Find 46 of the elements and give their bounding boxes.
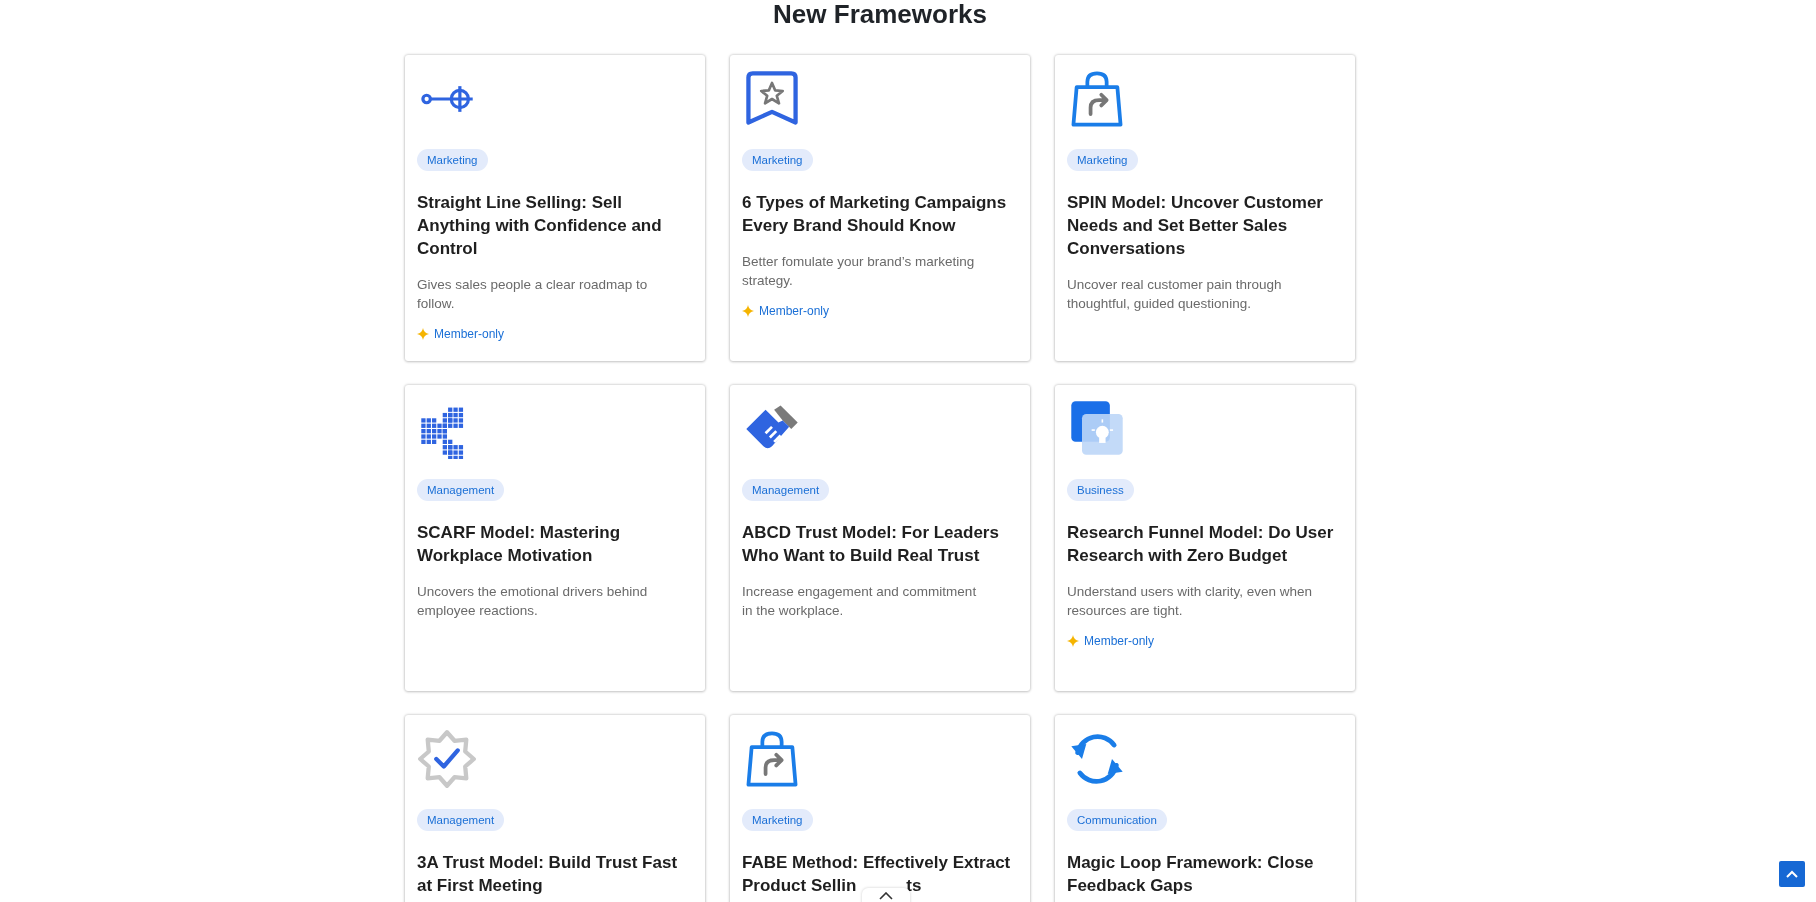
framework-card[interactable]: Marketing FABE Method: Effectively Extract Product Sellin ts	[730, 715, 1030, 902]
card-title: SCARF Model: Mastering Workplace Motivation	[417, 522, 622, 567]
framework-card[interactable]: Marketing 6 Types of Marketing Campaigns Every Brand Should Know Better fomulate your brand’s marketing strategy. Member-only	[730, 55, 1030, 361]
category-tag: Communication	[1067, 809, 1167, 831]
card-title: Research Funnel Model: Do User Research with Zero Budget	[1067, 522, 1335, 567]
sparkle-icon	[417, 328, 429, 340]
category-tag: Management	[417, 809, 505, 831]
category-tag: Marketing	[742, 149, 813, 171]
member-only-label: Member-only	[1084, 634, 1155, 648]
scroll-to-top-button[interactable]	[1779, 861, 1805, 887]
category-tag: Management	[417, 479, 505, 501]
card-description: Better fomulate your brand’s marketing strategy.	[742, 253, 976, 290]
category-tag: Marketing	[417, 149, 488, 171]
card-description: Uncovers the emotional drivers behind employee reactions.	[417, 583, 649, 620]
card-title: ts	[906, 875, 922, 897]
framework-card[interactable]: Management 3A Trust Model: Build Trust Fast at First Meeting	[405, 715, 705, 902]
card-description: Uncover real customer pain through thoughtful, guided questioning.	[1067, 276, 1283, 313]
member-only-label: Member-only	[759, 304, 830, 318]
card-title: SPIN Model: Uncover Customer Needs and Set Better Sales Conversations	[1067, 192, 1324, 260]
sparkle-icon	[742, 305, 754, 317]
card-description: Understand users with clarity, even when resources are tight.	[1067, 583, 1313, 620]
card-title: Magic Loop Framework: Close Feedback Gaps	[1067, 852, 1315, 897]
check-badge-icon	[417, 729, 477, 789]
card-title: ABCD Trust Model: For Leaders Who Want to Build Real Trust	[742, 522, 1000, 567]
card-description: Increase engagement and commitment in the workplace.	[742, 583, 978, 620]
category-tag: Management	[742, 479, 830, 501]
sparkle-icon	[1067, 635, 1079, 647]
card-title: 3A Trust Model: Build Trust Fast at First Meeting	[417, 852, 679, 897]
card-title: 6 Types of Marketing Campaigns Every Brand Should Know	[742, 192, 1008, 237]
framework-card[interactable]: Marketing SPIN Model: Uncover Customer Needs and Set Better Sales Conversations Uncover real customer pain through thoughtful, guided questioning.	[1055, 55, 1355, 361]
card-title: Straight Line Selling: Sell Anything with Confidence and Control	[417, 192, 663, 260]
card-title: FABE Method: Effectively Extract	[742, 852, 1011, 874]
card-description: Gives sales people a clear roadmap to follow.	[417, 276, 649, 313]
category-tag: Marketing	[1067, 149, 1138, 171]
category-tag: Business	[1067, 479, 1134, 501]
framework-card[interactable]: Communication Magic Loop Framework: Close Feedback Gaps	[1055, 715, 1355, 902]
member-only-label: Member-only	[434, 327, 505, 341]
framework-card[interactable]: Business Research Funnel Model: Do User Research with Zero Budget Understand users with clarity, even when resources are tight. Member-only	[1055, 385, 1355, 691]
caret-up-icon	[879, 892, 893, 900]
caret-up-icon	[1786, 870, 1798, 878]
framework-card[interactable]: Management SCARF Model: Mastering Workplace Motivation Uncovers the emotional drivers behind employee reactions.	[405, 385, 705, 691]
category-tag: Marketing	[742, 809, 813, 831]
card-title: Product Sellin	[742, 875, 857, 897]
framework-card[interactable]: Management ABCD Trust Model: For Leaders Who Want to Build Real Trust Increase engagement and commitment in the workplace.	[730, 385, 1030, 691]
framework-card[interactable]: Marketing Straight Line Selling: Sell Anything with Confidence and Control Gives sales people a clear roadmap to follow. Member-only	[405, 55, 705, 361]
page-heading: New Frameworks	[772, 0, 988, 31]
